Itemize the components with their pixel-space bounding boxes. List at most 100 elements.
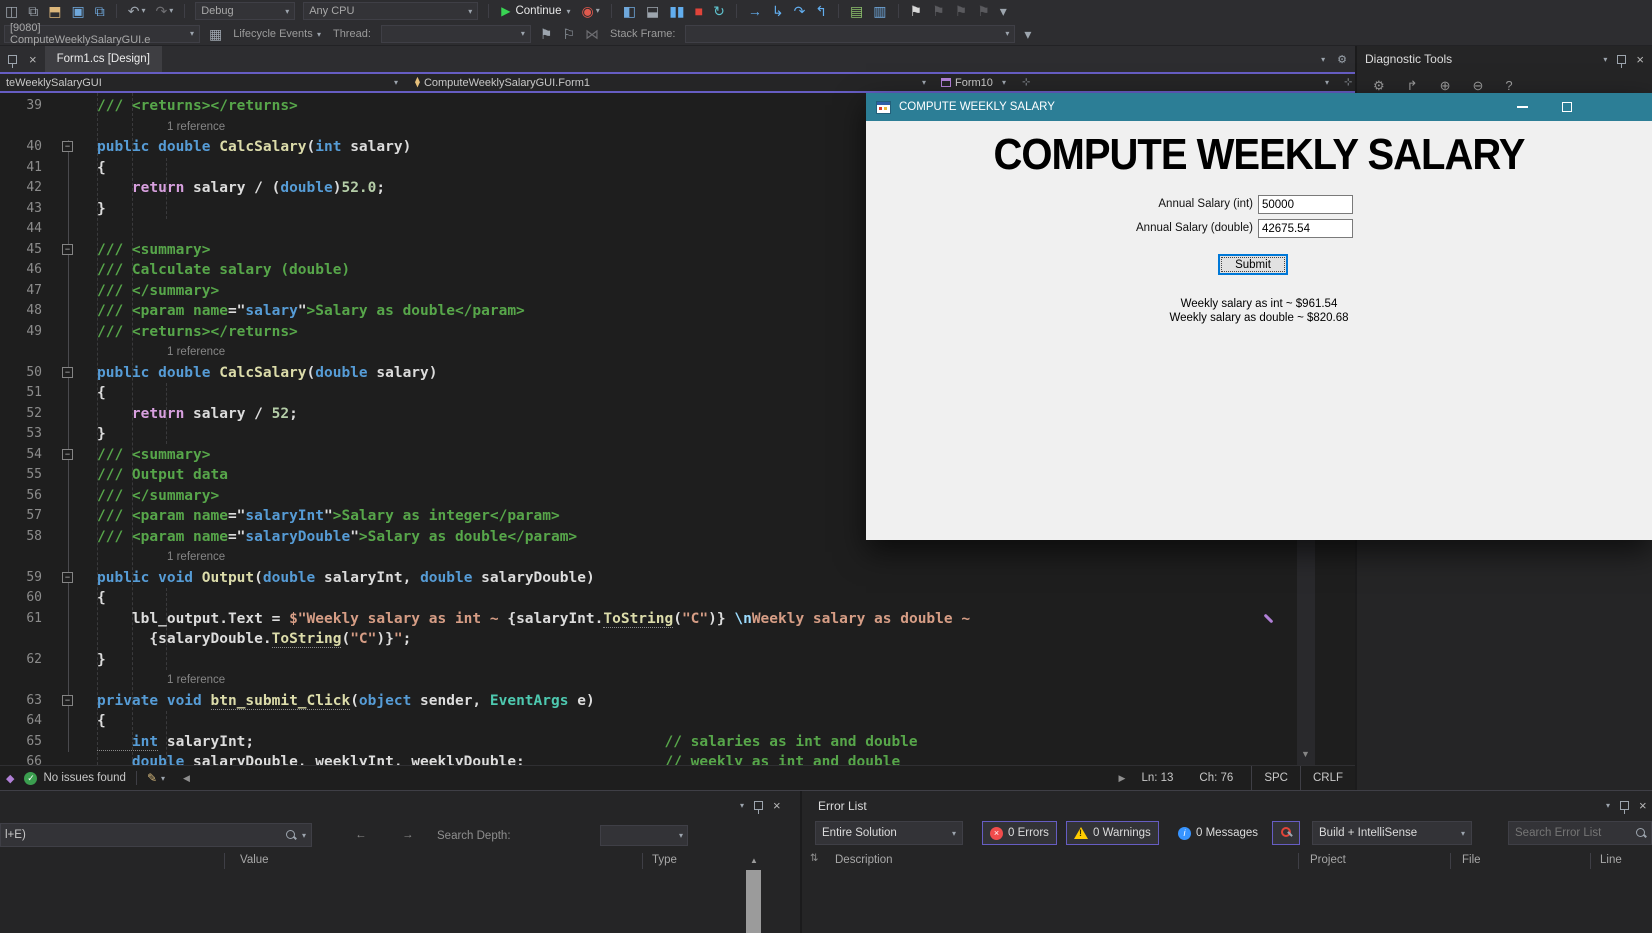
close-icon[interactable]: × — [29, 53, 37, 66]
code-text[interactable]: /// <summary> — [97, 240, 211, 261]
quick-action-icon[interactable] — [1262, 612, 1274, 626]
undo-icon[interactable]: ↶ ▾ — [128, 4, 146, 18]
toolbar-overflow-icon[interactable]: ▾ — [1000, 4, 1007, 18]
chevron-down-icon[interactable]: ▾ — [1325, 74, 1329, 91]
line-number[interactable]: 43 — [0, 199, 56, 220]
scroll-down-icon[interactable]: ▼ — [1301, 749, 1310, 759]
code-text[interactable]: /// </summary> — [97, 486, 219, 507]
diagnostics-icon[interactable]: ◧ — [623, 4, 636, 18]
build-filter-dropdown[interactable]: Build + IntelliSense ▾ — [1312, 821, 1472, 845]
continue-button[interactable]: ▶ Continue ▾ — [501, 4, 570, 18]
redo-icon[interactable]: ↷ ▾ — [155, 4, 173, 18]
chevron-down-icon[interactable]: ▾ — [922, 74, 926, 91]
code-line[interactable]: 62} — [0, 650, 1297, 671]
line-number[interactable] — [0, 342, 56, 363]
line-number[interactable]: 61 — [0, 609, 56, 630]
code-text[interactable]: /// </summary> — [97, 281, 219, 302]
line-number[interactable]: 47 — [0, 281, 56, 302]
platform-dropdown[interactable]: Any CPU ▾ — [303, 2, 479, 20]
code-text[interactable]: /// <returns></returns> — [97, 322, 298, 343]
stop-debugging-icon[interactable]: ■ — [695, 4, 703, 18]
space-mode-indicator[interactable]: SPC — [1251, 765, 1300, 791]
code-text[interactable]: /// <returns></returns> — [97, 96, 298, 117]
fold-toggle-icon[interactable]: − — [62, 448, 73, 460]
code-text[interactable]: public double CalcSalary(int salary) — [97, 137, 411, 158]
code-line[interactable]: 61 lbl_output.Text = $"Weekly salary as … — [0, 609, 1297, 630]
scrollbar-thumb[interactable] — [746, 870, 761, 933]
code-line[interactable]: {salaryDouble.ToString("C")}"; — [0, 629, 1297, 650]
column-header-description[interactable]: Description — [835, 854, 893, 866]
line-number[interactable] — [0, 670, 56, 691]
line-number[interactable]: 52 — [0, 404, 56, 425]
fold-toggle-icon[interactable]: − — [62, 571, 73, 583]
line-number[interactable]: 64 — [0, 711, 56, 732]
maximize-icon[interactable] — [1562, 102, 1572, 112]
fold-toggle-icon[interactable]: − — [62, 694, 73, 706]
chevron-down-icon[interactable]: ▾ — [302, 831, 306, 840]
panel-divider[interactable] — [800, 791, 802, 933]
code-text[interactable]: { — [97, 158, 106, 179]
line-number[interactable]: 45 — [0, 240, 56, 261]
code-fix-icon[interactable]: ✎ — [147, 771, 157, 785]
column-divider[interactable] — [642, 853, 643, 869]
code-line[interactable]: 63− private void btn_submit_Click(object … — [0, 691, 1297, 712]
forward-arrow-icon[interactable]: → — [402, 829, 414, 841]
split-grip-icon[interactable]: ⊹ — [1344, 74, 1352, 91]
line-number[interactable]: 65 — [0, 732, 56, 753]
watch-search-box[interactable]: ▾ — [0, 823, 312, 847]
parallel-stacks-icon[interactable]: ⋈ — [585, 27, 599, 41]
flag-threads-icon[interactable]: ⚐ — [562, 27, 575, 41]
column-divider[interactable] — [1298, 853, 1299, 869]
chevron-down-icon[interactable]: ▾ — [740, 801, 744, 810]
line-number[interactable]: 51 — [0, 383, 56, 404]
gear-icon[interactable]: ⚙ — [1337, 53, 1347, 66]
show-next-statement-icon[interactable]: → — [748, 4, 762, 18]
save-icon[interactable]: ▣ — [71, 4, 84, 18]
clear-bookmarks-icon[interactable]: ⚑ — [977, 4, 990, 18]
code-text[interactable]: return salary / 52; — [97, 404, 298, 425]
step-out-icon[interactable]: ↰ — [815, 4, 827, 18]
line-number[interactable]: 49 — [0, 322, 56, 343]
pin-icon[interactable] — [1617, 54, 1627, 68]
search-depth-dropdown[interactable]: ▾ — [600, 825, 688, 846]
line-number[interactable]: 58 — [0, 527, 56, 548]
help-icon[interactable]: ? — [1505, 78, 1512, 94]
code-text[interactable]: } — [97, 199, 106, 220]
new-file-icon[interactable]: ⧉ — [28, 4, 38, 18]
code-text[interactable]: { — [97, 383, 106, 404]
pin-icon[interactable] — [754, 801, 764, 814]
code-text[interactable]: lbl_output.Text = $"Weekly salary as int… — [97, 609, 970, 630]
line-number[interactable]: 62 — [0, 650, 56, 671]
line-number[interactable] — [0, 547, 56, 568]
chevron-down-icon[interactable]: ▾ — [161, 774, 165, 783]
pin-icon[interactable] — [8, 54, 17, 68]
chevron-down-icon[interactable]: ▾ — [1321, 55, 1325, 64]
line-number[interactable]: 60 — [0, 588, 56, 609]
tab-form1-design[interactable]: Form1.cs [Design] — [44, 46, 162, 72]
code-text[interactable]: public double CalcSalary(double salary) — [97, 363, 438, 384]
flag-icon[interactable]: ⚑ — [540, 27, 553, 41]
fold-toggle-icon[interactable]: − — [62, 141, 73, 152]
codelens-references[interactable]: 1 reference — [97, 342, 225, 363]
stack-frame-label[interactable]: Stack Frame: — [610, 28, 675, 40]
column-header-project[interactable]: Project — [1310, 854, 1346, 866]
thread-label[interactable]: Thread: — [333, 28, 371, 40]
code-text[interactable]: /// <summary> — [97, 445, 211, 466]
issues-status[interactable]: No issues found — [43, 772, 125, 784]
code-text[interactable]: } — [97, 424, 106, 445]
annual-salary-int-field[interactable] — [1258, 195, 1353, 214]
threads-list-icon[interactable]: ▤ — [850, 4, 863, 18]
scope-dropdown[interactable]: Entire Solution ▾ — [815, 821, 963, 845]
line-number[interactable] — [0, 117, 56, 138]
expand-right-icon[interactable]: ▶ — [1119, 773, 1126, 784]
codelens-references[interactable]: 1 reference — [97, 547, 225, 568]
line-number[interactable]: 41 — [0, 158, 56, 179]
warnings-filter-button[interactable]: 0 Warnings — [1066, 821, 1159, 845]
code-text[interactable]: double salaryDouble, weeklyInt, weeklyDo… — [97, 752, 900, 765]
code-text[interactable]: private void btn_submit_Click(object sen… — [97, 691, 595, 712]
line-number[interactable]: 56 — [0, 486, 56, 507]
code-text[interactable]: /// Output data — [97, 465, 228, 486]
step-over-icon[interactable]: ↷ — [794, 4, 806, 18]
search-icon[interactable] — [1635, 827, 1647, 839]
error-list-search-box[interactable] — [1508, 821, 1652, 845]
